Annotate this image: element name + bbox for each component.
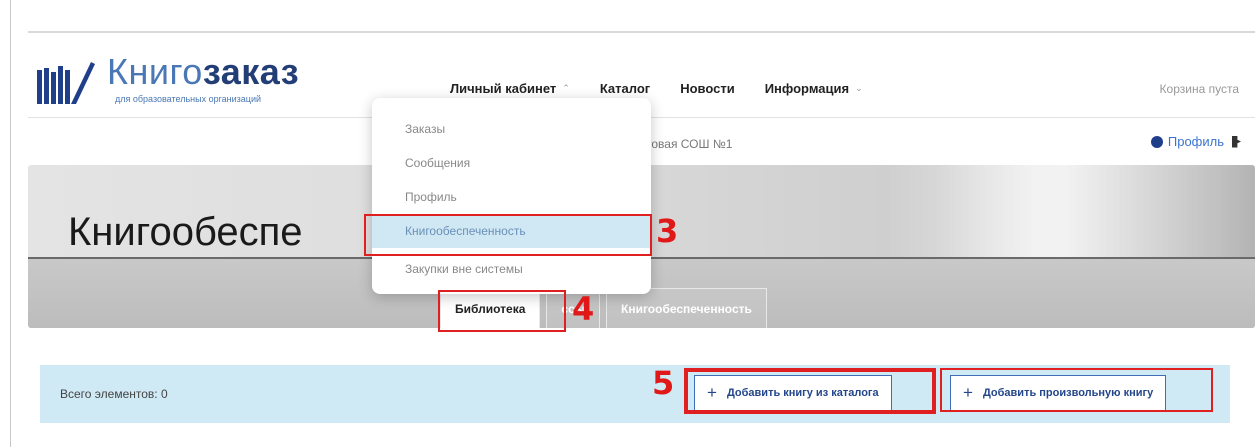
- profile-link[interactable]: Профиль: [1150, 134, 1241, 149]
- menu-item-book-provision[interactable]: Книгообеспеченность: [372, 214, 651, 248]
- annotation-number-5: 5: [652, 364, 675, 402]
- nav-label: Новости: [680, 81, 735, 96]
- nav-label: Личный кабинет: [450, 81, 557, 96]
- personal-cabinet-dropdown: Заказы Сообщения Профиль Книгообеспеченн…: [372, 98, 651, 294]
- list-toolbar: Всего элементов: 0 + Добавить книгу из к…: [40, 365, 1230, 423]
- logout-icon[interactable]: [1232, 135, 1241, 148]
- tab-library[interactable]: Библиотека: [440, 288, 541, 328]
- main-nav: Личный кабинет ⌃ Каталог Новости Информа…: [450, 81, 893, 96]
- nav-label: Каталог: [599, 81, 651, 96]
- add-custom-book-button[interactable]: + Добавить произвольную книгу: [950, 375, 1167, 411]
- items-count: Всего элементов: 0: [60, 387, 168, 401]
- menu-item-messages[interactable]: Сообщения: [372, 146, 651, 180]
- nav-personal-cabinet[interactable]: Личный кабинет ⌃: [450, 81, 570, 96]
- nav-information[interactable]: Информация ⌄: [765, 81, 863, 96]
- logo-subtitle: для образовательных организаций: [115, 94, 262, 104]
- nav-news[interactable]: Новости: [680, 81, 735, 96]
- school-name: стовая СОШ №1: [640, 137, 733, 151]
- cart-status[interactable]: Корзина пуста: [1160, 82, 1239, 96]
- tab-book-provision[interactable]: Книгообеспеченность: [606, 288, 767, 328]
- menu-item-orders[interactable]: Заказы: [372, 112, 651, 146]
- annotation-number-3: 3: [656, 212, 679, 250]
- chevron-up-icon: ⌃: [562, 83, 570, 93]
- add-from-catalog-button[interactable]: + Добавить книгу из каталога: [694, 375, 892, 411]
- menu-item-outside-purchases[interactable]: Закупки вне системы: [372, 252, 651, 286]
- nav-catalog[interactable]: Каталог: [600, 81, 650, 96]
- books-logo-icon: [37, 62, 95, 104]
- menu-item-profile[interactable]: Профиль: [372, 180, 651, 214]
- button-label: Добавить произвольную книгу: [982, 387, 1154, 399]
- button-label: Добавить книгу из каталога: [726, 387, 879, 399]
- annotation-number-4: 4: [572, 290, 595, 328]
- nav-label: Информация: [764, 81, 850, 96]
- logo-title: Книгозаказ: [107, 51, 300, 92]
- chevron-down-icon: ⌄: [855, 83, 863, 93]
- section-tabs: Библиотека ссы Книгообеспеченность: [440, 288, 773, 328]
- plus-icon: +: [707, 383, 717, 402]
- page-title: Книгообеспе: [68, 210, 303, 254]
- plus-icon: +: [963, 383, 973, 402]
- user-icon: [1150, 135, 1163, 148]
- profile-label: Профиль: [1167, 134, 1224, 149]
- top-divider: [28, 31, 1255, 33]
